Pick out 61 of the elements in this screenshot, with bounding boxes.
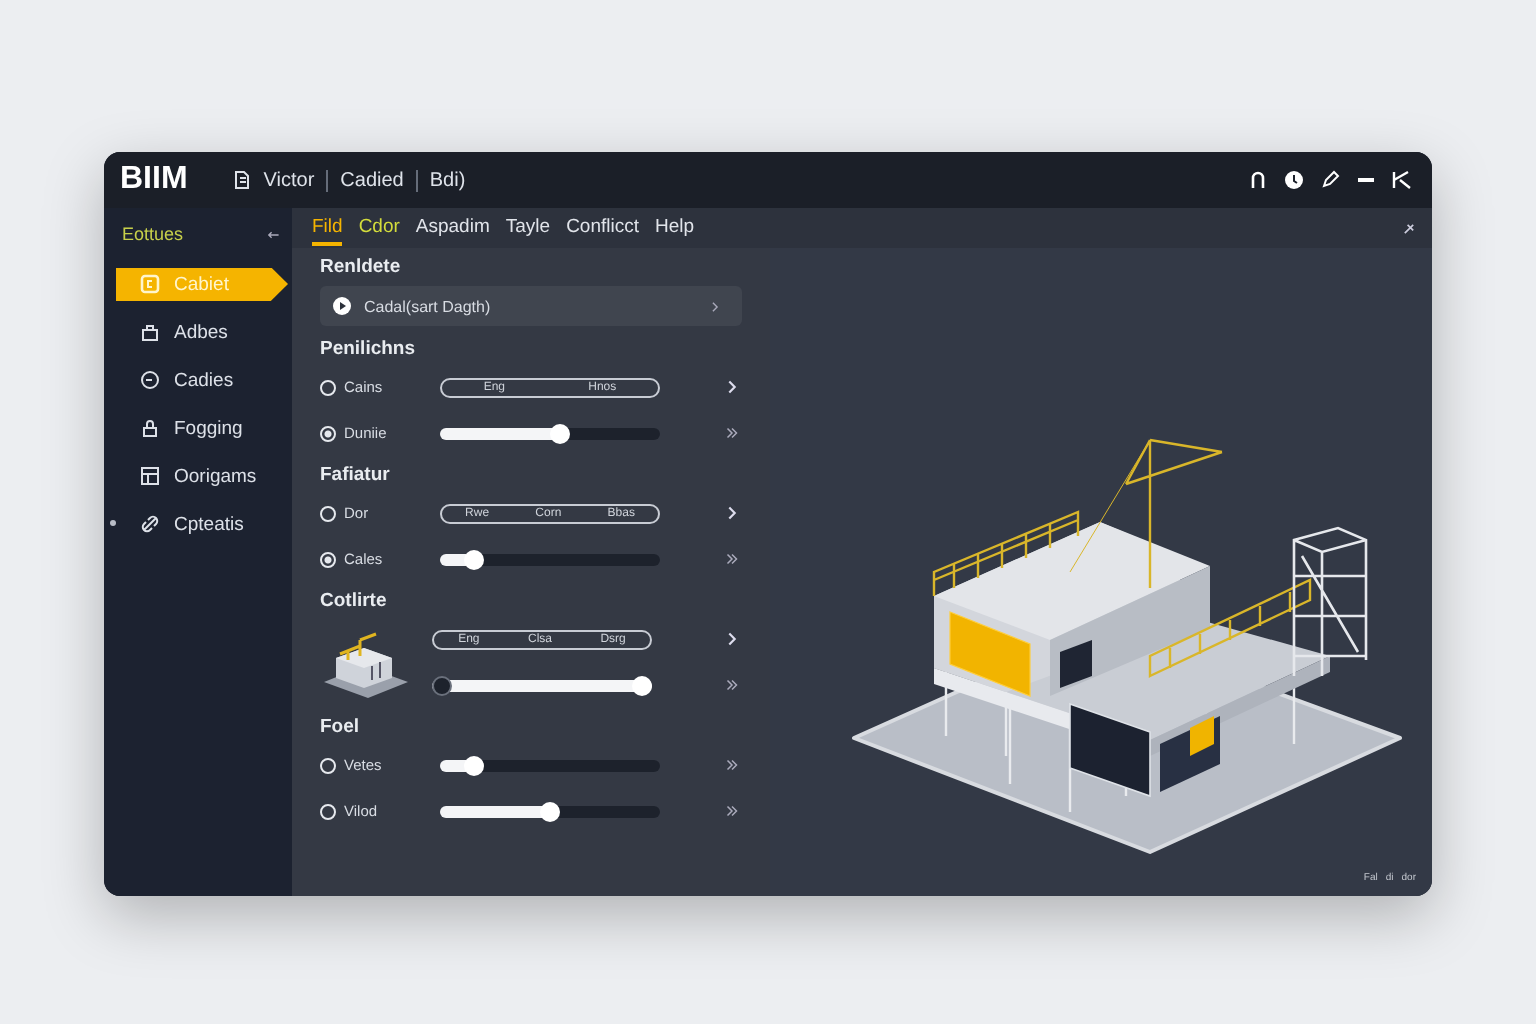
- tab[interactable]: Help: [655, 211, 695, 245]
- menu-item[interactable]: Bdi): [429, 169, 466, 191]
- slider-track[interactable]: [440, 759, 660, 771]
- tab[interactable]: Cdor: [358, 211, 400, 245]
- double-chevron-icon[interactable]: [726, 802, 738, 820]
- radio-button[interactable]: [320, 379, 336, 395]
- link-icon: [140, 514, 160, 534]
- app-logo: BIIM: [120, 162, 188, 198]
- radio-button[interactable]: [320, 425, 336, 441]
- radio-button[interactable]: [320, 757, 336, 773]
- pencil-icon[interactable]: [1320, 170, 1340, 190]
- chevron-right-icon[interactable]: [726, 504, 738, 522]
- radio-button[interactable]: [320, 803, 336, 819]
- clock-icon[interactable]: [1284, 170, 1304, 190]
- section-title: Penilichns: [320, 338, 418, 360]
- sidebar-item[interactable]: Cpteatis: [116, 507, 264, 541]
- double-chevron-icon[interactable]: [726, 424, 738, 442]
- section-title: Cotlirte: [320, 590, 389, 612]
- slider-track[interactable]: [440, 805, 660, 817]
- slider-thumb[interactable]: [540, 801, 560, 821]
- double-chevron-icon[interactable]: [726, 676, 738, 694]
- slider-track[interactable]: [440, 553, 660, 565]
- slider-thumb[interactable]: [464, 549, 484, 569]
- slider-thumb[interactable]: [464, 755, 484, 775]
- grid-icon: [140, 466, 160, 486]
- section-title: Fafiatur: [320, 464, 392, 486]
- tab[interactable]: Tayle: [505, 211, 551, 245]
- section-title: Renldete: [320, 256, 403, 278]
- minimize-icon[interactable]: [1356, 176, 1376, 184]
- menu-item[interactable]: Cadied: [340, 169, 404, 191]
- sidebar-item[interactable]: Cadies: [116, 363, 254, 397]
- close-icon[interactable]: [1402, 221, 1416, 235]
- bag-icon: [140, 322, 160, 342]
- slider-thumb[interactable]: [550, 423, 570, 443]
- double-chevron-icon[interactable]: [726, 756, 738, 774]
- slider-thumb[interactable]: [632, 675, 652, 695]
- chevron-right-icon[interactable]: [726, 630, 738, 648]
- dropdown-field[interactable]: Cadal(sart Dagth): [320, 286, 742, 326]
- sidebar-item[interactable]: Adbes: [116, 315, 248, 349]
- sidebar-title: Eottues: [122, 224, 184, 244]
- slider-track[interactable]: [440, 427, 660, 439]
- tab[interactable]: Conflicct: [566, 211, 639, 245]
- box-icon: [140, 274, 160, 294]
- play-icon: [332, 296, 352, 316]
- magnet-icon[interactable]: [1248, 170, 1268, 190]
- circle-icon: [140, 370, 160, 390]
- menu-item[interactable]: Victor: [263, 169, 315, 191]
- lock-icon: [140, 418, 160, 438]
- back-arrow-icon[interactable]: [266, 227, 280, 241]
- chevron-right-icon: [708, 299, 722, 313]
- chevron-right-icon[interactable]: [726, 378, 738, 396]
- section-title: Foel: [320, 716, 362, 738]
- radio-button[interactable]: [320, 505, 336, 521]
- file-icon: [231, 170, 252, 190]
- tab[interactable]: Aspadim: [415, 211, 490, 245]
- slider-track[interactable]: [432, 679, 652, 691]
- radio-button[interactable]: [320, 551, 336, 567]
- sidebar-item[interactable]: Fogging: [116, 411, 263, 445]
- double-chevron-icon[interactable]: [726, 550, 738, 568]
- sidebar-item[interactable]: Oorigams: [116, 459, 277, 493]
- slider-start-knob[interactable]: [432, 675, 452, 695]
